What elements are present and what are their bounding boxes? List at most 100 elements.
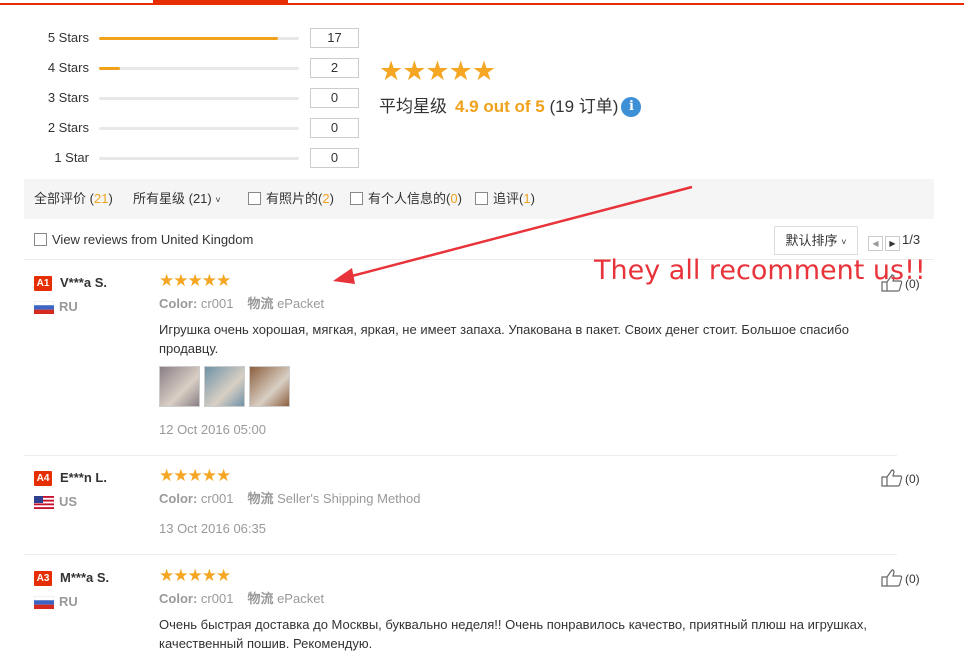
histogram-count: 0: [310, 88, 359, 108]
reviewer-name: E***n L.: [60, 470, 107, 485]
histogram-bar: [99, 157, 299, 160]
shipping-value: ePacket: [277, 296, 325, 311]
helpful-count: (0): [905, 572, 920, 586]
histogram-label: 3 Stars: [47, 90, 89, 105]
histogram-count: 0: [310, 118, 359, 138]
thumbs-up-icon: [881, 569, 903, 587]
histogram-bar-fill: [99, 67, 120, 70]
average-label: 平均星级: [379, 97, 447, 116]
filter-followup-count: 1: [523, 191, 531, 206]
histogram-count: 17: [310, 28, 359, 48]
color-value: cr001: [200, 591, 234, 606]
checkbox-icon[interactable]: [34, 233, 47, 246]
histogram-bar: [99, 127, 299, 130]
active-tab-indicator: [153, 0, 288, 5]
sort-dropdown[interactable]: 默认排序 ˅: [774, 226, 858, 255]
country-code: RU: [59, 594, 78, 609]
star-filter-label: 所有星级 (21): [133, 191, 212, 206]
filter-personal-info[interactable]: 有个人信息的(0): [350, 179, 462, 219]
histogram-row-4[interactable]: 4 Stars 2: [0, 58, 360, 78]
page-indicator: 1/3: [902, 232, 921, 247]
color-label: Color:: [159, 591, 198, 606]
average-stars: ★★★★★: [379, 56, 496, 86]
star-filter-select[interactable]: 所有星级 (21) ˅: [133, 179, 221, 220]
pagination: ◀ ▶ 1/3: [868, 233, 920, 251]
filter-all-label: 全部评价: [34, 191, 87, 206]
reviewer-name: V***a S.: [60, 275, 107, 290]
filter-personal-label: 有个人信息的: [368, 191, 447, 206]
filter-photos-count: 2: [322, 191, 330, 206]
color-label: Color:: [159, 296, 198, 311]
chevron-down-icon: ˅: [841, 237, 847, 247]
filter-photos[interactable]: 有照片的(2): [248, 179, 334, 219]
histogram-row-3[interactable]: 3 Stars 0: [0, 88, 360, 108]
histogram-label: 1 Star: [54, 150, 89, 165]
filter-bar: 全部评价 (21) 所有星级 (21) ˅ 有照片的(2) 有个人信息的(0) …: [24, 179, 934, 219]
histogram-label: 4 Stars: [47, 60, 89, 75]
review-photo[interactable]: [204, 366, 245, 407]
thumbs-up-icon: [881, 469, 903, 487]
color-label: Color:: [159, 491, 198, 506]
info-icon[interactable]: i: [621, 97, 642, 117]
checkbox-icon[interactable]: [248, 192, 261, 205]
average-rating: 平均星级 4.9 out of 5 (19 订单) i: [379, 95, 642, 119]
color-value: cr001: [200, 296, 234, 311]
histogram-label: 2 Stars: [47, 120, 89, 135]
russia-flag-icon: [34, 596, 54, 609]
review-photo[interactable]: [249, 366, 290, 407]
level-badge: A3: [34, 571, 52, 586]
filter-followup-label: 追评: [493, 191, 520, 206]
uk-filter-label: View reviews from United Kingdom: [52, 232, 254, 247]
order-count: (19 订单): [549, 97, 619, 116]
prev-page-icon[interactable]: ◀: [868, 236, 883, 251]
checkbox-icon[interactable]: [475, 192, 488, 205]
russia-flag-icon: [34, 301, 54, 314]
uk-filter[interactable]: View reviews from United Kingdom: [34, 230, 253, 250]
review-stars: ★★★★★: [159, 271, 231, 290]
review-stars: ★★★★★: [159, 566, 231, 585]
checkbox-icon[interactable]: [350, 192, 363, 205]
helpful-button[interactable]: (0): [881, 469, 920, 489]
review-divider: [24, 554, 897, 555]
filter-photos-label: 有照片的: [266, 191, 319, 206]
review-photos: [159, 366, 294, 407]
review-meta: Color: cr001 物流 ePacket: [159, 590, 324, 608]
histogram-bar: [99, 97, 299, 100]
helpful-count: (0): [905, 472, 920, 486]
next-page-icon[interactable]: ▶: [885, 236, 900, 251]
filter-personal-count: 0: [450, 191, 458, 206]
review-meta: Color: cr001 物流 Seller's Shipping Method: [159, 490, 420, 508]
histogram-row-5[interactable]: 5 Stars 17: [0, 28, 360, 48]
shipping-value: ePacket: [277, 591, 325, 606]
top-rule: [0, 3, 964, 5]
annotation-text: They all recomment us!!: [594, 255, 926, 286]
usa-flag-icon: [34, 496, 54, 509]
helpful-button[interactable]: (0): [881, 569, 920, 589]
histogram-count: 2: [310, 58, 359, 78]
review-text: Игрушка очень хорошая, мягкая, яркая, не…: [159, 322, 849, 356]
histogram-bar: [99, 37, 299, 40]
histogram-count: 0: [310, 148, 359, 168]
chevron-down-icon: ˅: [215, 195, 221, 205]
sort-label: 默认排序: [785, 233, 838, 248]
shipping-value: Seller's Shipping Method: [277, 491, 421, 506]
filter-all[interactable]: 全部评价 (21): [34, 179, 113, 219]
shipping-label: 物流: [247, 296, 274, 311]
country-code: RU: [59, 299, 78, 314]
histogram-row-1[interactable]: 1 Star 0: [0, 148, 360, 168]
review-date: 13 Oct 2016 06:35: [159, 521, 266, 536]
histogram-bar: [99, 67, 299, 70]
filter-followup[interactable]: 追评(1): [475, 179, 535, 219]
histogram-label: 5 Stars: [47, 30, 89, 45]
review-text: Очень быстрая доставка до Москвы, буквал…: [159, 617, 867, 651]
average-score: 4.9 out of 5: [455, 97, 545, 116]
level-badge: A1: [34, 276, 52, 291]
review-stars: ★★★★★: [159, 466, 231, 485]
histogram-row-2[interactable]: 2 Stars 0: [0, 118, 360, 138]
review-meta: Color: cr001 物流 ePacket: [159, 295, 324, 313]
color-value: cr001: [200, 491, 234, 506]
level-badge: A4: [34, 471, 52, 486]
shipping-label: 物流: [247, 591, 274, 606]
review-photo[interactable]: [159, 366, 200, 407]
review-divider: [24, 455, 897, 456]
